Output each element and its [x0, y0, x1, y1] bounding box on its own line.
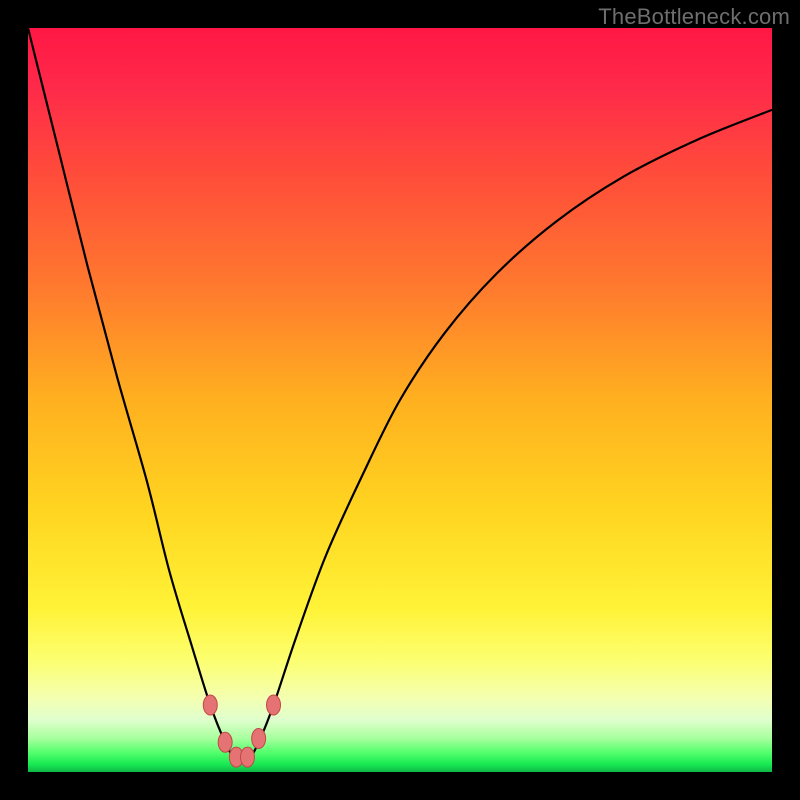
data-marker — [203, 695, 217, 715]
chart-frame — [28, 28, 772, 772]
bottleneck-chart — [28, 28, 772, 772]
data-marker — [218, 732, 232, 752]
watermark-text: TheBottleneck.com — [598, 4, 790, 30]
data-marker — [267, 695, 281, 715]
data-marker — [240, 747, 254, 767]
data-marker — [252, 729, 266, 749]
